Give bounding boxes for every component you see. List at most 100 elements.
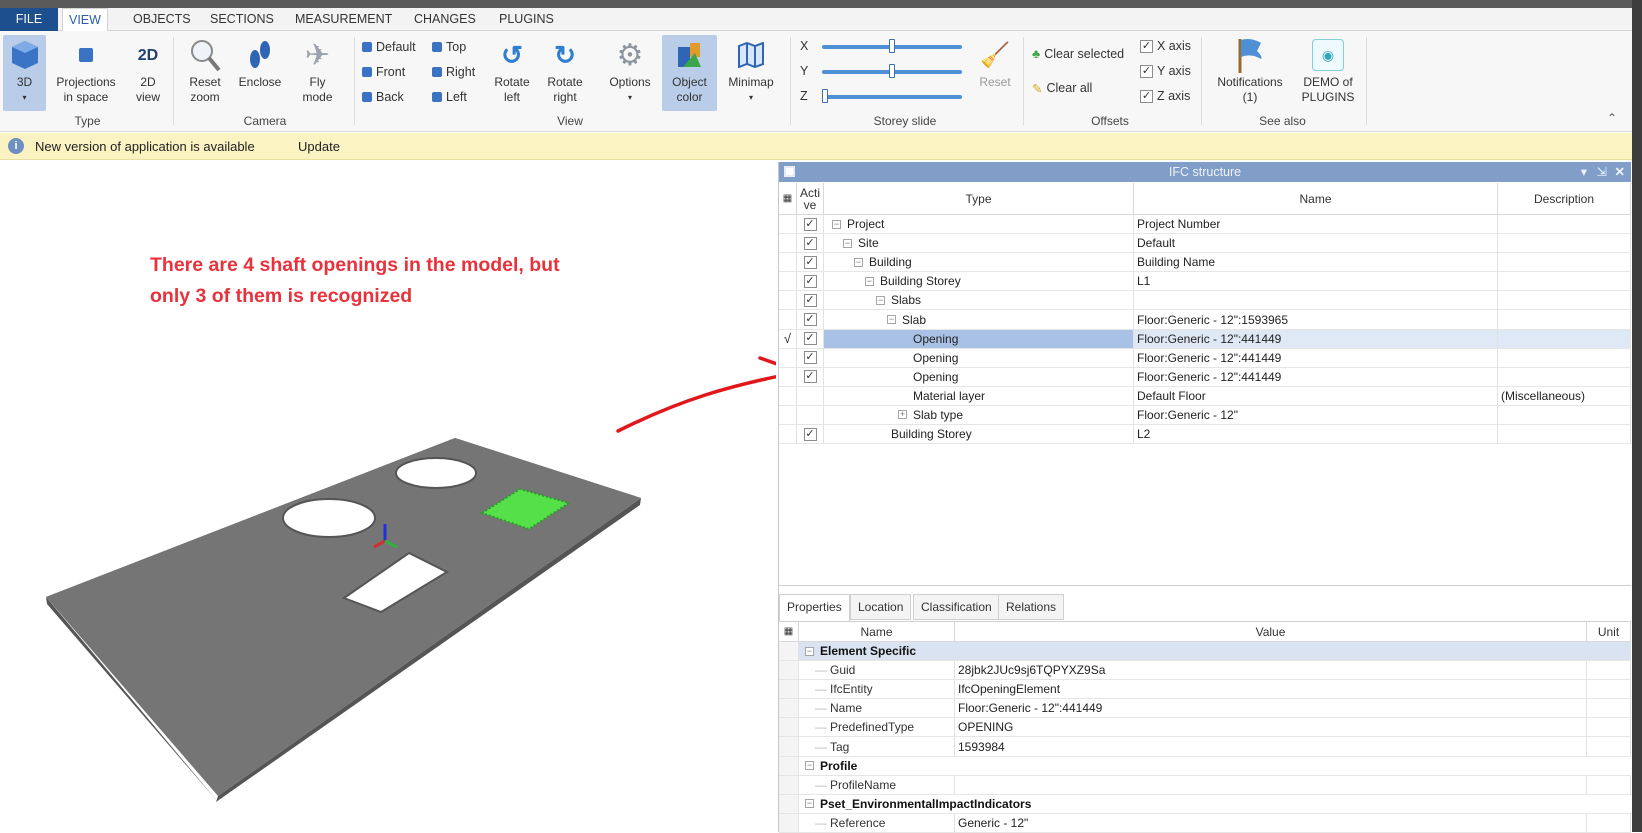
type-cell[interactable]: − Slab xyxy=(824,310,1134,329)
x-axis-checkbox[interactable]: ✓ X axis xyxy=(1140,36,1191,56)
prop-value-cell[interactable]: Floor:Generic - 12":441449 xyxy=(955,699,1587,718)
group-cell[interactable]: − Profile xyxy=(799,757,1631,775)
y-axis-checkbox[interactable]: ✓ Y axis xyxy=(1140,61,1191,81)
tree-row[interactable]: √ ✓ Opening Floor:Generic - 12":441449 xyxy=(779,329,1631,349)
slider-thumb[interactable] xyxy=(889,39,895,53)
tab-properties[interactable]: Properties xyxy=(779,594,850,621)
property-row[interactable]: — Tag 1593984 xyxy=(779,737,1631,757)
property-group-row[interactable]: − Profile xyxy=(779,756,1631,776)
active-cell[interactable] xyxy=(797,386,824,405)
header-name[interactable]: Name xyxy=(1134,183,1498,214)
circular-opening[interactable] xyxy=(282,498,376,538)
view-front-button[interactable]: Front xyxy=(362,62,405,82)
active-checkbox[interactable]: ✓ xyxy=(803,217,817,231)
header-prop-name[interactable]: Name xyxy=(799,622,955,641)
tab-changes[interactable]: CHANGES xyxy=(408,8,482,31)
property-row[interactable]: — IfcEntity IfcOpeningElement xyxy=(779,680,1631,700)
active-checkbox[interactable]: ✓ xyxy=(803,351,817,365)
tree-row[interactable]: ✓ − Site Default xyxy=(779,234,1631,254)
active-checkbox[interactable]: ✓ xyxy=(803,255,817,269)
type-cell[interactable]: Opening xyxy=(824,367,1134,386)
type-cell[interactable]: + Slab type xyxy=(824,405,1134,425)
active-cell[interactable]: ✓ xyxy=(797,367,824,386)
minimap-button[interactable]: Minimap ▾ xyxy=(725,35,777,105)
tree-row[interactable]: ✓ − Building Building Name xyxy=(779,253,1631,273)
object-color-button[interactable]: Object color xyxy=(662,35,717,111)
close-icon[interactable]: ✕ xyxy=(1615,162,1625,182)
active-cell[interactable]: ✓ xyxy=(797,329,824,348)
checkbox-checked[interactable]: ✓ xyxy=(1140,64,1153,78)
active-checkbox[interactable]: ✓ xyxy=(803,274,817,288)
view-default-button[interactable]: Default xyxy=(362,37,416,57)
3d-viewport[interactable]: There are 4 shaft openings in the model,… xyxy=(0,160,776,832)
expand-icon[interactable]: + xyxy=(898,410,907,420)
prop-value-cell[interactable] xyxy=(955,775,1587,794)
demo-plugins-button[interactable]: ◉ DEMO of PLUGINS xyxy=(1298,35,1358,105)
rotate-right-button[interactable]: ↻ Rotate right xyxy=(545,35,585,105)
notifications-button[interactable]: Notifications (1) xyxy=(1210,35,1290,105)
active-checkbox[interactable]: ✓ xyxy=(803,427,817,441)
active-checkbox[interactable]: ✓ xyxy=(803,332,817,346)
tab-classification[interactable]: Classification xyxy=(913,594,1000,620)
property-group-row[interactable]: − Element Specific xyxy=(779,642,1631,662)
tab-plugins[interactable]: PLUGINS xyxy=(493,8,560,31)
property-row[interactable]: — ProfileName xyxy=(779,775,1631,795)
property-row[interactable]: — Guid 28jbk2JUc9sj6TQPYXZ9Sa xyxy=(779,661,1631,681)
tree-row[interactable]: ✓ − Building Storey L1 xyxy=(779,272,1631,292)
update-link[interactable]: Update xyxy=(298,139,340,154)
view-left-button[interactable]: Left xyxy=(432,87,467,107)
tree-row[interactable]: ✓ − Slabs xyxy=(779,291,1631,311)
header-description[interactable]: Description xyxy=(1498,183,1631,214)
tree-row[interactable]: ✓ Building Storey L2 xyxy=(779,425,1631,445)
collapse-icon[interactable]: − xyxy=(805,761,814,771)
view-back-button[interactable]: Back xyxy=(362,87,404,107)
type-cell[interactable]: Opening xyxy=(824,348,1134,367)
type-cell[interactable]: − Slabs xyxy=(824,291,1134,310)
active-cell[interactable]: ✓ xyxy=(797,291,824,310)
type-cell[interactable]: Opening xyxy=(824,329,1134,348)
active-cell[interactable]: ✓ xyxy=(797,425,824,444)
panel-splitter[interactable] xyxy=(779,556,1631,586)
property-row[interactable]: — Reference Generic - 12" xyxy=(779,813,1631,833)
type-cell[interactable]: − Site xyxy=(824,234,1134,253)
collapse-icon[interactable]: − xyxy=(805,646,814,656)
tab-file[interactable]: FILE xyxy=(0,8,58,31)
type-cell[interactable]: − Project xyxy=(824,215,1134,234)
group-cell[interactable]: − Element Specific xyxy=(799,642,1631,660)
slab[interactable] xyxy=(46,438,641,796)
column-chooser-icon[interactable]: ▦ xyxy=(779,622,799,641)
header-prop-value[interactable]: Value xyxy=(955,622,1587,641)
active-cell[interactable]: ✓ xyxy=(797,215,824,234)
fly-mode-button[interactable]: ✈ Fly mode xyxy=(295,35,340,105)
y-storey-slider[interactable] xyxy=(822,64,962,78)
type-cell[interactable]: − Building xyxy=(824,253,1134,272)
pin-icon[interactable]: ⇲ xyxy=(1597,162,1607,182)
panel-menu-icon[interactable]: ▾ xyxy=(1581,162,1587,182)
collapse-icon[interactable]: − xyxy=(805,799,814,809)
tab-location[interactable]: Location xyxy=(850,594,912,620)
active-cell[interactable]: ✓ xyxy=(797,253,824,272)
3d-button[interactable]: 3D ▾ xyxy=(3,35,46,111)
tree-row[interactable]: ✓ Opening Floor:Generic - 12":441449 xyxy=(779,348,1631,368)
clear-all-button[interactable]: ✎ Clear all xyxy=(1032,78,1092,98)
property-row[interactable]: — PredefinedType OPENING xyxy=(779,718,1631,738)
active-checkbox[interactable]: ✓ xyxy=(803,293,817,307)
enclose-button[interactable]: Enclose xyxy=(235,35,285,90)
tree-row[interactable]: + Slab type Floor:Generic - 12" xyxy=(779,405,1631,426)
column-chooser-icon[interactable]: ▦ xyxy=(779,183,797,214)
type-cell[interactable]: Material layer xyxy=(824,386,1134,405)
active-cell[interactable]: ✓ xyxy=(797,310,824,329)
slider-thumb[interactable] xyxy=(889,64,895,78)
options-button[interactable]: ⚙ Options ▾ xyxy=(606,35,654,105)
x-storey-slider[interactable] xyxy=(822,39,962,53)
clear-selected-button[interactable]: ♣ Clear selected xyxy=(1032,44,1124,64)
view-right-button[interactable]: Right xyxy=(432,62,475,82)
tab-view[interactable]: VIEW xyxy=(62,8,108,32)
active-cell[interactable]: ✓ xyxy=(797,348,824,367)
z-storey-slider[interactable] xyxy=(822,89,962,103)
tree-row[interactable]: ✓ − Slab Floor:Generic - 12":1593965 xyxy=(779,310,1631,330)
tab-objects[interactable]: OBJECTS xyxy=(127,8,197,31)
header-active[interactable]: Acti ve xyxy=(797,183,824,214)
active-checkbox[interactable]: ✓ xyxy=(803,370,817,384)
header-prop-unit[interactable]: Unit xyxy=(1587,622,1631,641)
